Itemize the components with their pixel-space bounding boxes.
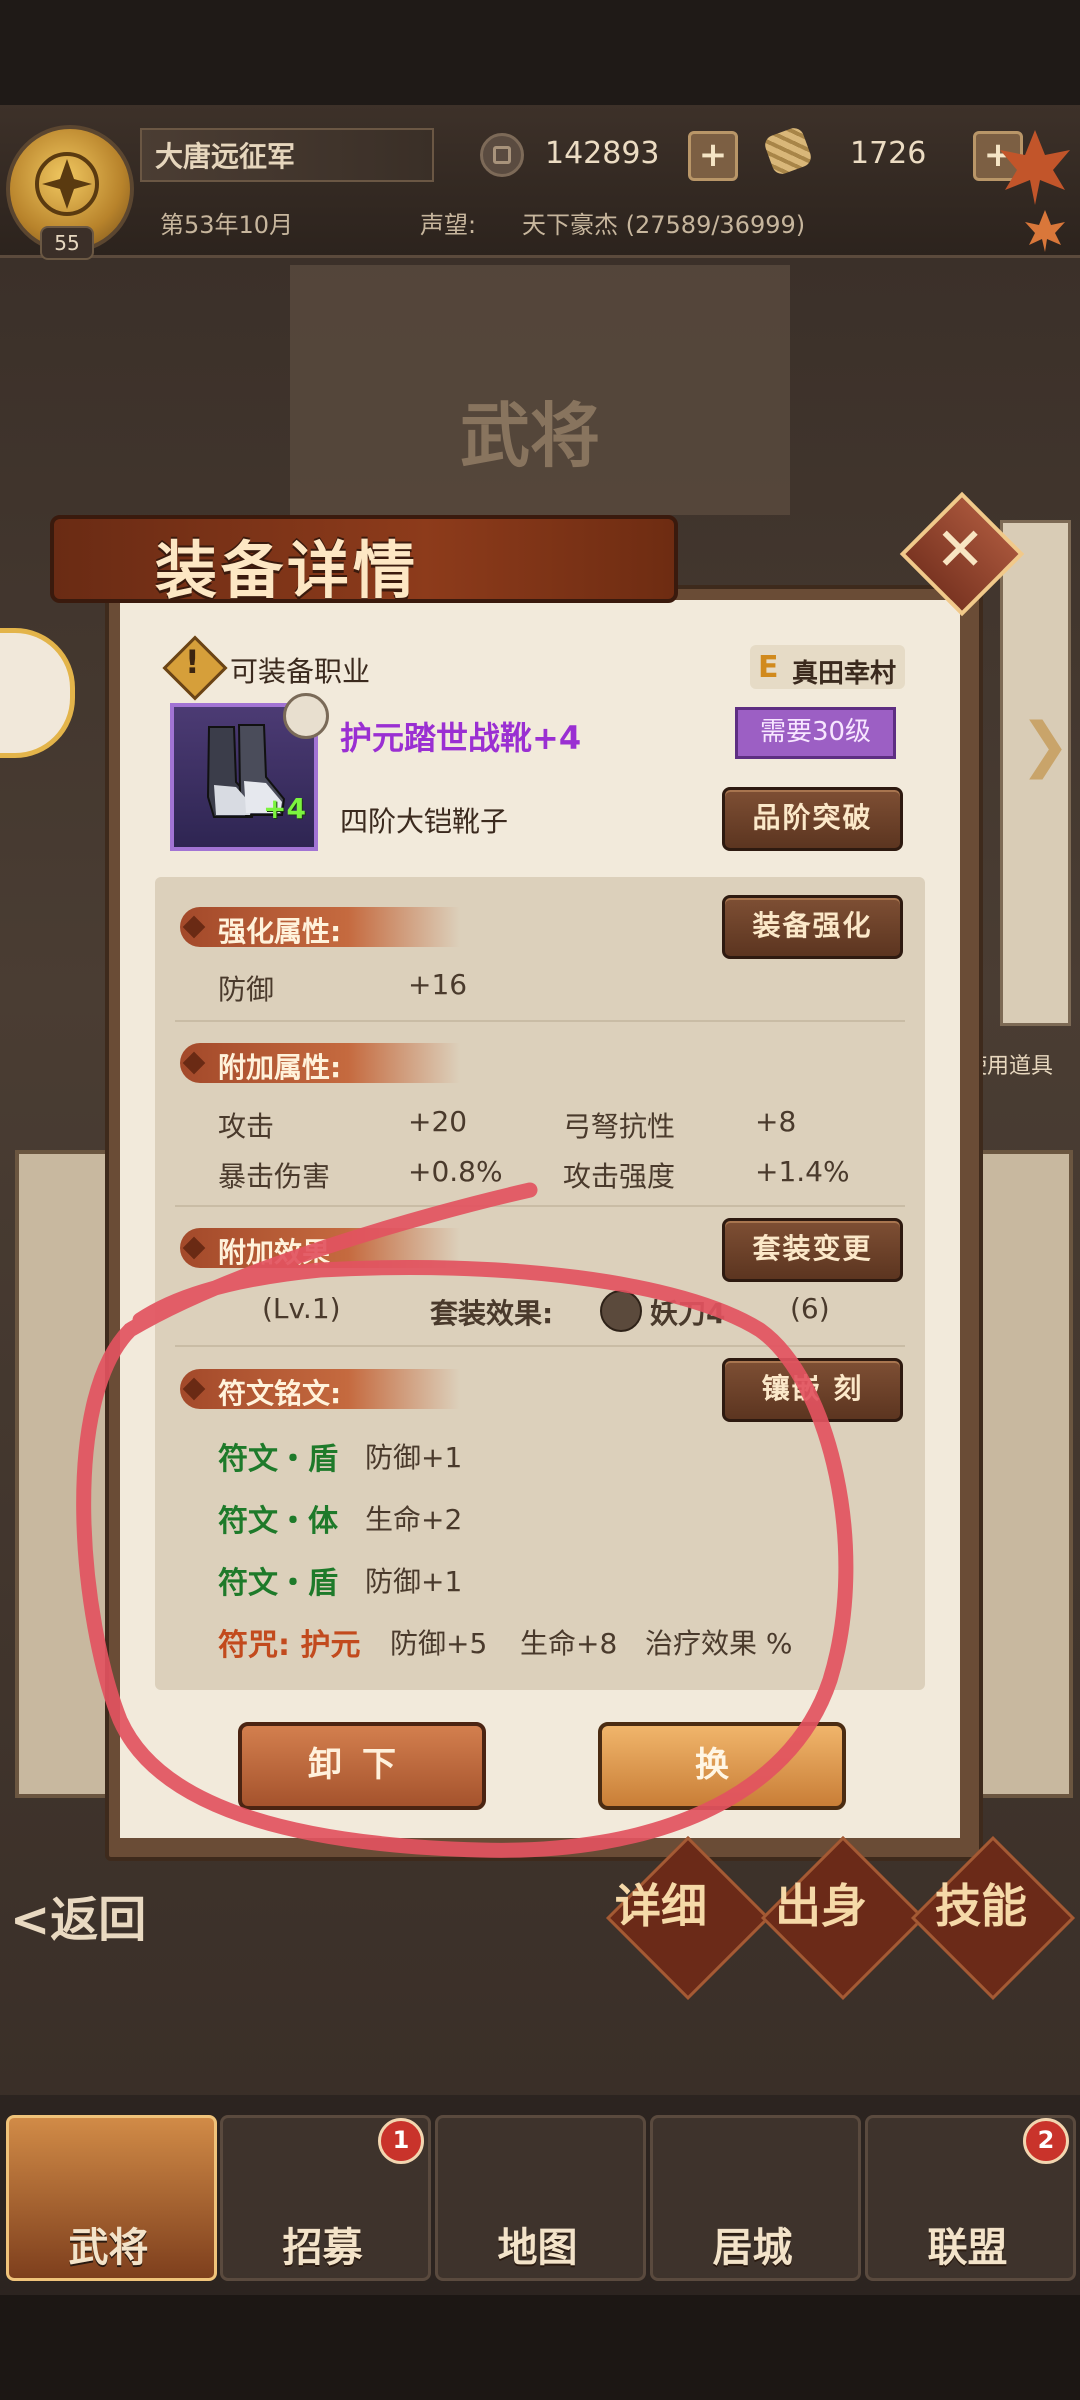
rune-effect: 防御+1: [365, 1441, 463, 1474]
stat-value: +20: [408, 1105, 468, 1138]
set-effect-value[interactable]: 妖刀4: [650, 1292, 725, 1332]
reputation-value: 天下豪杰 (27589/36999): [522, 211, 806, 239]
unequip-button[interactable]: 卸下: [238, 1722, 486, 1810]
item-name: 护元踏世战靴+4: [340, 719, 582, 757]
lock-icon[interactable]: [283, 693, 329, 739]
nav-label: 武将: [68, 2225, 149, 2271]
rune-effect: 防御+1: [365, 1565, 463, 1598]
enhance-equipment-button[interactable]: 装备强化: [722, 895, 903, 959]
navigation-bar-area: [0, 2295, 1080, 2400]
curse-effect: 治疗效果 %: [645, 1627, 793, 1660]
stat-name: 暴击伤害: [218, 1160, 331, 1193]
stat-name: 弓弩抗性: [563, 1110, 676, 1143]
back-button[interactable]: <返回: [10, 1880, 146, 1950]
curse-name: 符咒: 护元: [218, 1628, 361, 1663]
game-date: 第53年10月: [160, 211, 294, 239]
rune-name: 符文・盾: [218, 1442, 338, 1477]
sword-icon: [600, 1290, 642, 1332]
stat-name: 攻击强度: [563, 1160, 676, 1193]
rune-effect: 生命+2: [365, 1503, 463, 1536]
enhance-section-title: 强化属性:: [218, 915, 342, 948]
divider: [175, 1205, 905, 1207]
curse-effect: 生命+8: [520, 1627, 618, 1660]
page-title: 武将: [460, 395, 600, 477]
stat-name: 防御: [218, 973, 275, 1006]
curse-effect: 防御+5: [390, 1627, 488, 1660]
divider: [175, 1345, 905, 1347]
divider: [175, 1020, 905, 1022]
item-enhance-level: +4: [263, 792, 306, 825]
status-bar-area: [0, 0, 1080, 105]
dialog-title: 装备详情: [155, 534, 420, 607]
stat-value: +16: [408, 968, 468, 1001]
clan-name: 大唐远征军: [155, 140, 296, 173]
nav-label: 招募: [282, 2225, 363, 2271]
rune-section-title: 符文铭文:: [218, 1377, 342, 1410]
reputation-label: 声望:: [420, 211, 477, 239]
item-type: 四阶大铠靴子: [340, 805, 509, 838]
level-badge: 55: [40, 226, 94, 260]
next-arrow-icon[interactable]: ❯: [1020, 710, 1070, 780]
inlay-rune-button[interactable]: 镶嵌 刻: [722, 1358, 903, 1422]
rune-name: 符文・盾: [218, 1566, 338, 1601]
set-effect-label: 套装效果:: [430, 1297, 554, 1330]
tab-skill[interactable]: 技能: [935, 1870, 1027, 1936]
effect-section-title: 附加效果: [218, 1236, 331, 1269]
add-coins-button[interactable]: +: [688, 131, 738, 181]
stat-value: +1.4%: [755, 1155, 850, 1188]
stat-name: 攻击: [218, 1110, 275, 1143]
character-grade: E: [758, 650, 779, 685]
close-icon[interactable]: ✕: [935, 515, 985, 585]
rune-name: 符文・体: [218, 1504, 338, 1539]
coin-amount: 142893: [545, 136, 660, 171]
notification-badge: 2: [1023, 2118, 1069, 2164]
extra-section-title: 附加属性:: [218, 1051, 342, 1084]
change-set-button[interactable]: 套装变更: [722, 1218, 903, 1282]
stat-value: +8: [755, 1105, 797, 1138]
gold-amount: 1726: [850, 136, 927, 171]
replace-button[interactable]: 换: [598, 1722, 846, 1810]
nav-label: 居城: [712, 2225, 793, 2271]
tab-detail[interactable]: 详细: [615, 1870, 707, 1936]
character-name: 真田幸村: [792, 659, 897, 689]
breakthrough-button[interactable]: 品阶突破: [722, 787, 903, 851]
stat-value: +0.8%: [408, 1155, 503, 1188]
set-count: (6): [790, 1292, 830, 1325]
maple-leaf-decoration-icon: [1000, 130, 1070, 252]
equippable-job-label: 可装备职业: [230, 655, 371, 688]
crest-icon: [35, 152, 99, 216]
nav-label: 地图: [497, 2225, 578, 2271]
notification-badge: 1: [378, 2118, 424, 2164]
effect-level: (Lv.1): [262, 1292, 341, 1325]
coin-icon: [480, 133, 524, 177]
tab-origin[interactable]: 出身: [775, 1870, 867, 1936]
nav-label: 联盟: [927, 2225, 1008, 2271]
required-level-badge: 需要30级: [735, 707, 896, 759]
